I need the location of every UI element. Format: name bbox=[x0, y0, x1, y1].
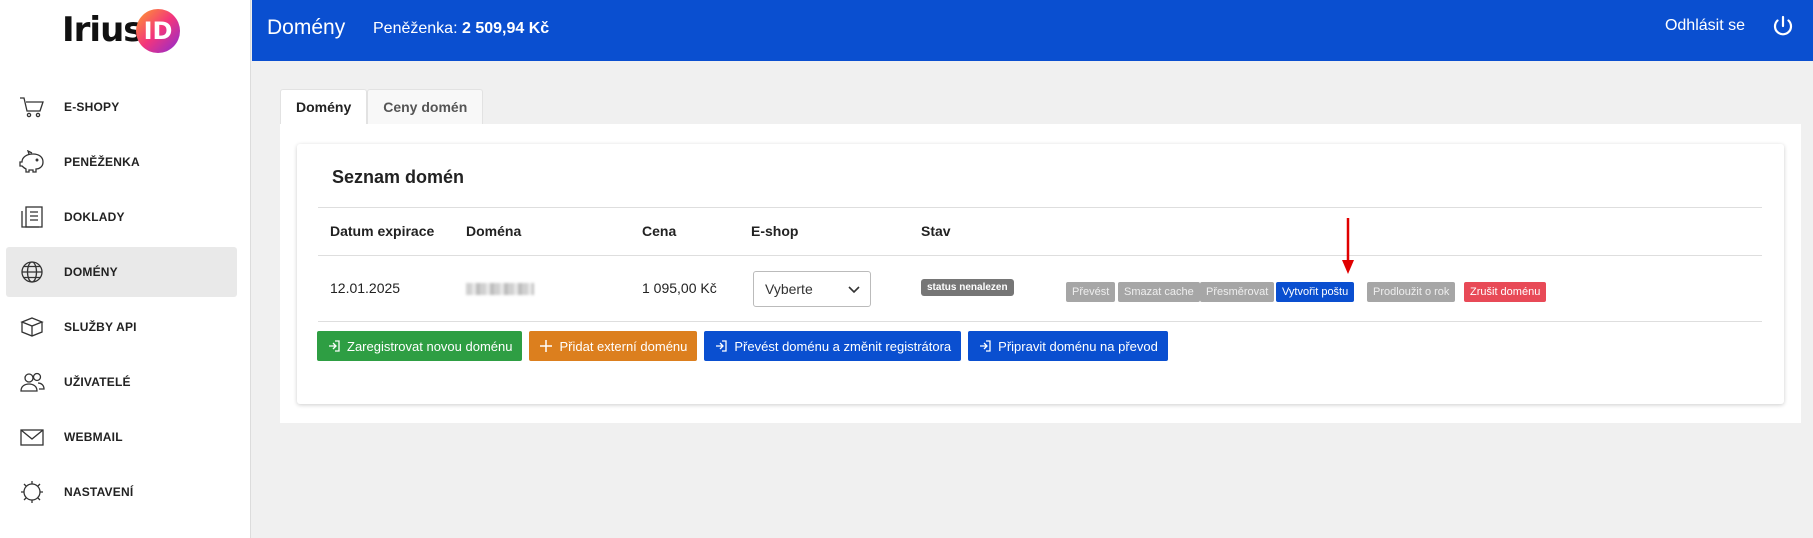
sidebar-item-penezenka[interactable]: PENĚŽENKA bbox=[6, 137, 237, 187]
renew-year-button[interactable]: Prodloužit o rok bbox=[1367, 282, 1456, 302]
table-row: 12.01.2025 1 095,00 Kč Vyberte status ne… bbox=[318, 256, 1762, 322]
transfer-change-registrar-button[interactable]: Převést doménu a změnit registrátora bbox=[704, 331, 962, 361]
cart-icon bbox=[18, 93, 46, 121]
sign-in-icon bbox=[329, 340, 340, 352]
tab-ceny-domen[interactable]: Ceny domén bbox=[367, 89, 484, 124]
documents-icon bbox=[18, 203, 46, 231]
wallet-label: Peněženka: bbox=[373, 20, 458, 37]
sidebar-item-nastaveni[interactable]: NASTAVENÍ bbox=[6, 467, 237, 517]
column-header: Datum expirace bbox=[330, 223, 435, 239]
price: 1 095,00 Kč bbox=[642, 280, 717, 296]
sidebar-nav: E-SHOPY PENĚŽENKA DOKLADY DOMÉNY SLUŽBY … bbox=[6, 82, 237, 522]
sidebar-item-e-shopy[interactable]: E-SHOPY bbox=[6, 82, 237, 132]
clear-cache-button[interactable]: Smazat cache bbox=[1118, 282, 1200, 302]
logo-badge: ID bbox=[136, 9, 180, 53]
column-header: Stav bbox=[921, 223, 951, 239]
tab-domeny[interactable]: Domény bbox=[280, 89, 368, 124]
sign-in-icon bbox=[980, 340, 991, 352]
button-label: Převést doménu a změnit registrátora bbox=[734, 338, 952, 354]
domain-table: Datum expirace Doména Cena E-shop Stav 1… bbox=[318, 207, 1762, 322]
chevron-down-icon bbox=[848, 286, 860, 294]
column-header: Doména bbox=[466, 223, 522, 239]
logo[interactable]: Irius ID bbox=[62, 8, 182, 53]
status-badge: status nenalezen bbox=[921, 279, 1014, 296]
sidebar-item-webmail[interactable]: WEBMAIL bbox=[6, 412, 237, 462]
page-title: Domény bbox=[267, 16, 346, 39]
tab-panel: Seznam domén Datum expirace Doména Cena … bbox=[280, 124, 1801, 423]
cancel-domain-button[interactable]: Zrušit doménu bbox=[1464, 282, 1547, 302]
sidebar-item-label: DOMÉNY bbox=[64, 265, 118, 279]
power-icon[interactable] bbox=[1771, 14, 1795, 38]
sidebar-item-uzivatele[interactable]: UŽIVATELÉ bbox=[6, 357, 237, 407]
users-icon bbox=[18, 368, 46, 396]
package-icon bbox=[18, 313, 46, 341]
add-external-domain-button[interactable]: Přidat externí doménu bbox=[529, 331, 698, 361]
button-label: Připravit doménu na převod bbox=[998, 338, 1158, 354]
action-buttons: Zaregistrovat novou doménu Přidat extern… bbox=[317, 331, 1168, 361]
sidebar-item-sluzby-api[interactable]: SLUŽBY API bbox=[6, 302, 237, 352]
wallet-value: 2 509,94 Kč bbox=[461, 20, 550, 37]
mail-icon bbox=[18, 423, 46, 451]
tabs: Domény Ceny domén bbox=[280, 89, 484, 124]
logo-text: Irius bbox=[62, 10, 144, 50]
sidebar: Irius ID E-SHOPY PENĚŽENKA DOKLADY DOMÉN… bbox=[0, 0, 251, 538]
sidebar-item-label: E-SHOPY bbox=[64, 100, 120, 114]
eshop-select[interactable]: Vyberte bbox=[753, 271, 871, 307]
button-label: Přidat externí doménu bbox=[559, 338, 688, 354]
column-header: E-shop bbox=[751, 223, 799, 239]
piggy-bank-icon bbox=[18, 148, 46, 176]
domain-name-redacted bbox=[466, 283, 534, 295]
sidebar-item-label: UŽIVATELÉ bbox=[64, 375, 131, 389]
prepare-transfer-button[interactable]: Připravit doménu na převod bbox=[968, 331, 1168, 361]
red-arrow-annotation bbox=[1342, 218, 1354, 274]
domain-list-card: Seznam domén Datum expirace Doména Cena … bbox=[297, 144, 1784, 404]
transfer-button[interactable]: Převést bbox=[1066, 282, 1116, 302]
wallet-balance: Peněženka: 2 509,94 Kč bbox=[373, 20, 549, 38]
column-header: Cena bbox=[642, 223, 677, 239]
plus-icon bbox=[540, 340, 553, 352]
eshop-select-value: Vyberte bbox=[765, 281, 813, 297]
redirect-button[interactable]: Přesměrovat bbox=[1200, 282, 1275, 302]
sidebar-item-label: WEBMAIL bbox=[64, 430, 123, 444]
sidebar-item-label: DOKLADY bbox=[64, 210, 125, 224]
sign-in-icon bbox=[716, 340, 728, 352]
gear-icon bbox=[18, 478, 46, 506]
create-mail-button[interactable]: Vytvořit poštu bbox=[1276, 282, 1355, 302]
register-domain-button[interactable]: Zaregistrovat novou doménu bbox=[317, 331, 523, 361]
globe-icon bbox=[18, 258, 46, 286]
sidebar-item-domeny[interactable]: DOMÉNY bbox=[6, 247, 237, 297]
sidebar-item-label: SLUŽBY API bbox=[64, 320, 137, 334]
logout-link[interactable]: Odhlásit se bbox=[1665, 17, 1745, 35]
sidebar-item-label: PENĚŽENKA bbox=[64, 155, 140, 169]
sidebar-item-label: NASTAVENÍ bbox=[64, 485, 134, 499]
card-title: Seznam domén bbox=[332, 167, 465, 187]
table-header: Datum expirace Doména Cena E-shop Stav bbox=[318, 207, 1762, 256]
expiry-date: 12.01.2025 bbox=[330, 280, 401, 296]
top-header: Domény Peněženka: 2 509,94 Kč Odhlásit s… bbox=[252, 0, 1813, 61]
button-label: Zaregistrovat novou doménu bbox=[347, 338, 513, 354]
sidebar-item-doklady[interactable]: DOKLADY bbox=[6, 192, 237, 242]
